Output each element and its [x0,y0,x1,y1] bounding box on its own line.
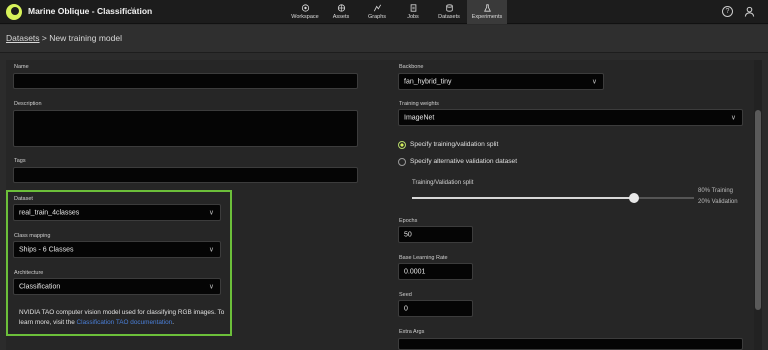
dataset-value: real_train_4classes [19,209,80,216]
architecture-note-suffix: . [172,318,174,326]
breadcrumb-bar: Datasets > New training model [0,25,768,53]
seed-label: Seed [399,292,412,298]
main-nav: Workspace Assets Graphs Jobs Datasets Ex… [287,0,507,24]
architecture-value: Classification [19,283,61,290]
app-logo-icon[interactable] [6,4,22,20]
class-mapping-select[interactable]: Ships - 6 Classes ∨ [13,241,221,258]
assets-icon [337,4,345,12]
name-label: Name [14,64,29,70]
split-training-text: 80% Training [698,188,734,194]
nav-item-jobs[interactable]: Jobs [395,0,431,24]
epochs-input[interactable]: 50 [398,226,473,243]
training-weights-label: Training weights [399,101,439,107]
chevron-down-icon: ∨ [208,246,214,254]
extra-args-input[interactable] [398,338,743,350]
chevron-down-icon: ∨ [208,283,214,291]
name-input[interactable] [13,73,358,89]
help-icon[interactable]: ? [722,6,733,17]
backbone-label: Backbone [399,64,424,70]
nav-label: Assets [332,14,350,20]
lr-input[interactable]: 0.0001 [398,263,473,280]
class-mapping-value: Ships - 6 Classes [19,246,74,253]
dataset-select[interactable]: real_train_4classes ∨ [13,204,221,221]
backbone-select[interactable]: fan_hybrid_tiny ∨ [398,73,604,90]
scrollbar-thumb[interactable] [755,110,761,310]
nav-item-datasets[interactable]: Datasets [431,0,467,24]
nav-item-experiments[interactable]: Experiments [467,0,507,24]
lr-label: Base Learning Rate [399,255,448,261]
top-bar: Marine Oblique - Classification ∨ Worksp… [0,0,768,24]
nav-item-graphs[interactable]: Graphs [359,0,395,24]
graphs-icon [373,4,381,12]
breadcrumb-datasets-link[interactable]: Datasets [6,33,40,43]
dataset-label: Dataset [14,196,33,202]
breadcrumb: Datasets > New training model [6,33,122,43]
tags-input[interactable] [13,167,358,183]
architecture-label: Architecture [14,270,44,276]
nav-label: Workspace [291,14,319,20]
seed-value: 0 [404,305,408,312]
split-label: Training/Validation split [412,180,474,186]
chevron-down-icon[interactable]: ∨ [130,5,136,14]
datasets-icon [445,4,453,12]
nav-label: Datasets [438,14,460,20]
radio-alt-validation[interactable] [398,158,406,166]
chevron-down-icon: ∨ [730,114,736,122]
lr-value: 0.0001 [404,268,426,275]
radio-alt-validation-label[interactable]: Specify alternative validation dataset [410,158,517,165]
nav-label: Graphs [367,14,387,20]
architecture-select[interactable]: Classification ∨ [13,278,221,295]
chevron-down-icon: ∨ [591,78,597,86]
split-slider-handle[interactable] [629,193,639,203]
architecture-docs-link[interactable]: Classification TAO documentation [77,319,173,326]
epochs-value: 50 [404,231,412,238]
radio-split-label[interactable]: Specify training/validation split [410,141,498,148]
nav-label: Experiments [471,14,503,20]
description-textarea[interactable] [13,110,358,147]
workspace-icon [301,4,309,12]
nav-item-workspace[interactable]: Workspace [287,0,323,24]
training-weights-value: ImageNet [404,114,435,121]
split-validation-text: 20% Validation [698,199,738,205]
breadcrumb-current: > New training model [39,33,122,43]
nav-item-assets[interactable]: Assets [323,0,359,24]
backbone-value: fan_hybrid_tiny [404,78,452,85]
experiments-icon [483,4,491,12]
jobs-icon [410,4,416,12]
chevron-down-icon: ∨ [208,209,214,217]
user-icon[interactable] [744,6,755,17]
extra-args-label: Extra Args [399,329,425,335]
tags-label: Tags [14,158,26,164]
architecture-description: NVIDIA TAO computer vision model used fo… [19,308,229,327]
training-weights-select[interactable]: ImageNet ∨ [398,109,743,126]
seed-input[interactable]: 0 [398,300,473,317]
split-slider-rest [634,197,694,199]
description-label: Description [14,101,42,107]
radio-split[interactable] [398,141,406,149]
nav-label: Jobs [407,14,419,20]
epochs-label: Epochs [399,218,418,224]
class-mapping-label: Class mapping [14,233,51,239]
